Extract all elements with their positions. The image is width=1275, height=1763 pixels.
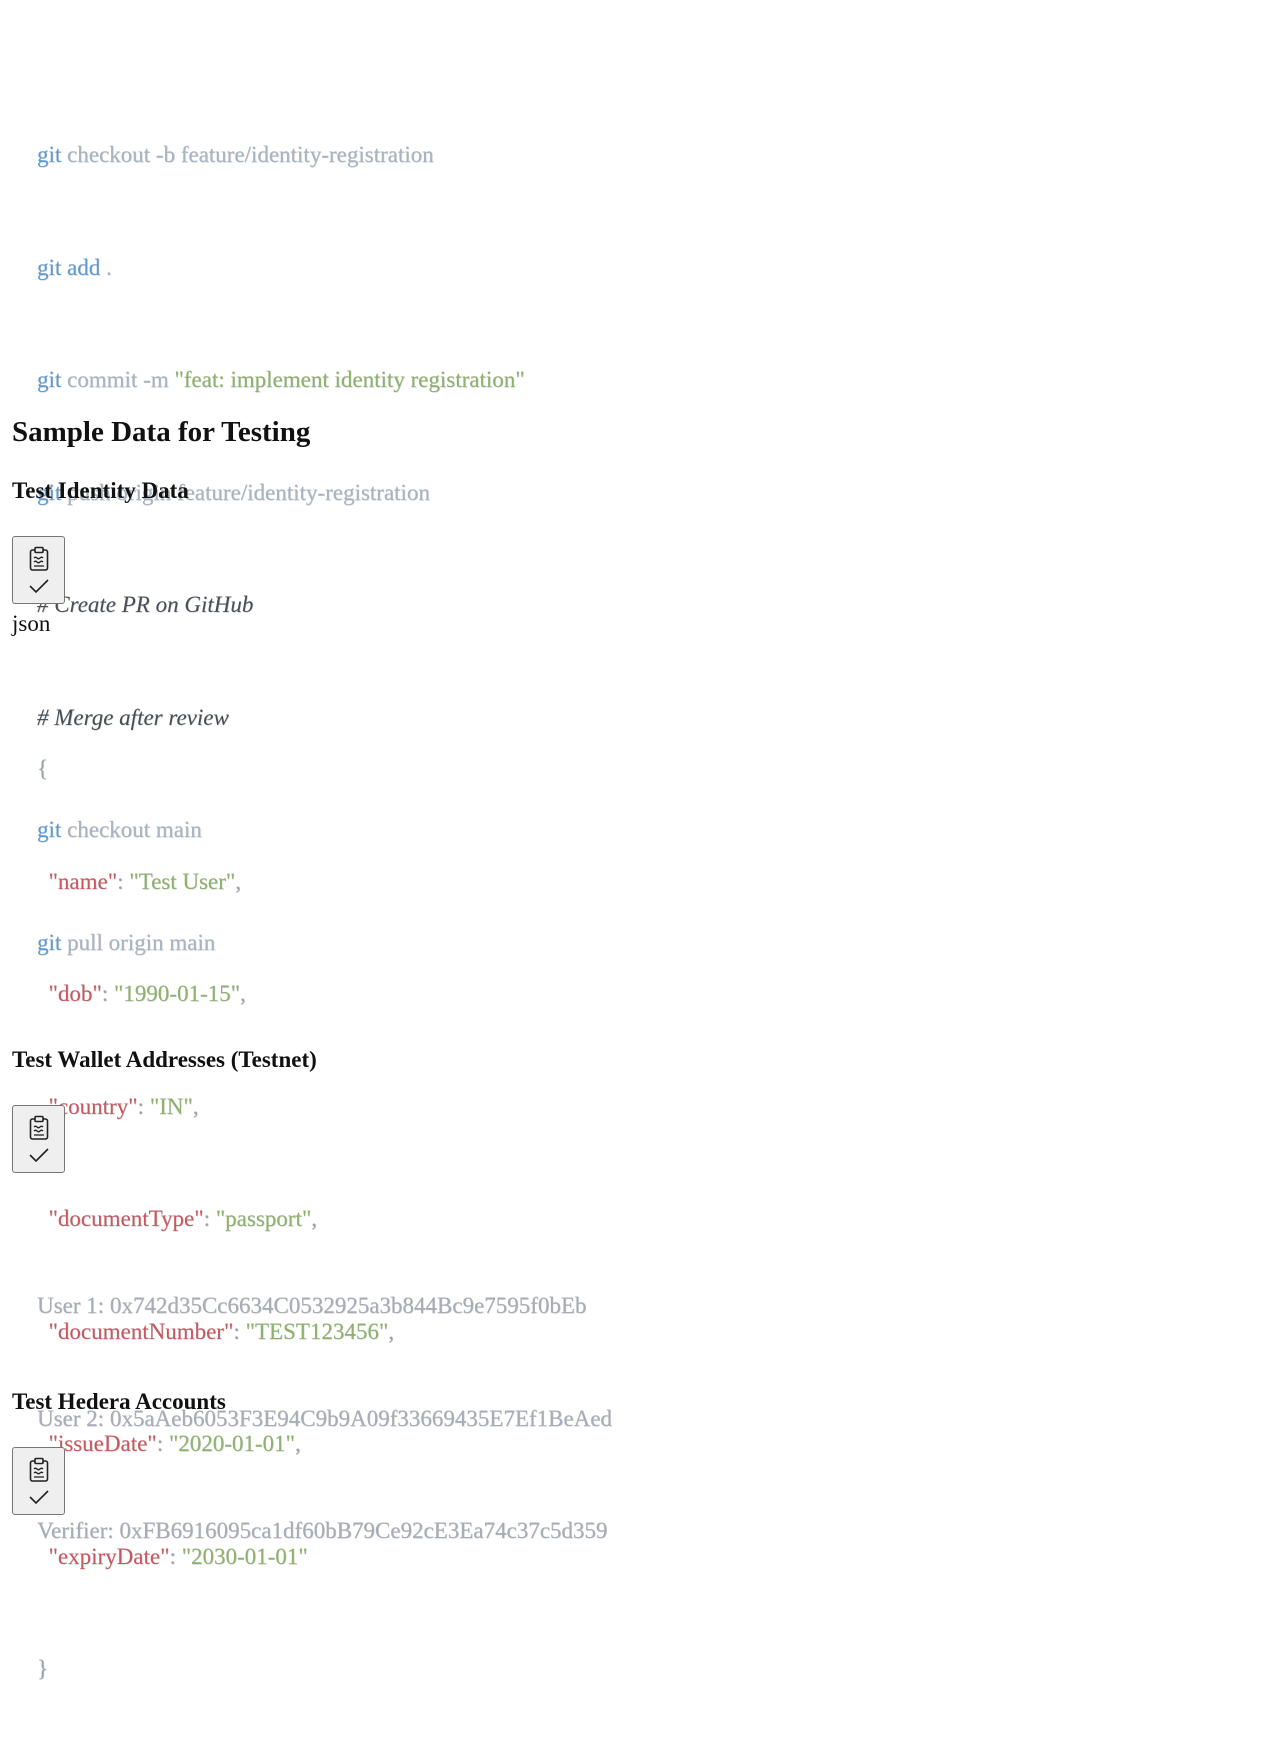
code-line: } bbox=[37, 1650, 394, 1688]
code-command: git add bbox=[37, 254, 101, 280]
check-icon bbox=[28, 579, 49, 594]
code-args: commit -m bbox=[61, 367, 175, 392]
code-line: "country": "IN", bbox=[48, 1093, 199, 1119]
code-line: "name": "Test User", bbox=[48, 868, 241, 894]
code-brace: { bbox=[37, 756, 49, 781]
check-icon bbox=[28, 1148, 49, 1163]
code-language-label: json bbox=[12, 611, 51, 636]
code-line: "dob": "1990-01-15", bbox=[48, 981, 246, 1006]
json-key: "name" bbox=[48, 868, 118, 894]
code-line: git checkout -b feature/identity-registr… bbox=[37, 136, 525, 174]
subsection-title-identity: Test Identity Data bbox=[12, 478, 189, 503]
code-brace: } bbox=[37, 1656, 49, 1681]
json-value: "1990-01-15" bbox=[113, 981, 241, 1006]
copy-code-button[interactable] bbox=[12, 536, 65, 604]
clipboard-icon bbox=[29, 1457, 48, 1482]
code-line: # Create PR on GitHub bbox=[37, 586, 525, 624]
code-comment: # Create PR on GitHub bbox=[37, 592, 254, 617]
wallet-code-block: User 1: 0x742d35Cc6634C0532925a3b844Bc9e… bbox=[12, 1212, 612, 1625]
code-command: git bbox=[37, 142, 62, 167]
code-string: "feat: implement identity registration" bbox=[174, 367, 525, 392]
code-line: { bbox=[37, 750, 394, 788]
code-command: git bbox=[37, 367, 62, 392]
copy-code-button[interactable] bbox=[12, 1447, 65, 1515]
code-line: git commit -m "feat: implement identity … bbox=[37, 361, 525, 399]
code-args: checkout -b feature/identity-registratio… bbox=[61, 142, 434, 167]
clipboard-icon bbox=[29, 546, 48, 571]
json-value: "IN" bbox=[149, 1093, 193, 1119]
json-value: "Test User" bbox=[129, 868, 236, 894]
subsection-title-hedera: Test Hedera Accounts bbox=[12, 1389, 226, 1414]
wallet-address-line: User 1: 0x742d35Cc6634C0532925a3b844Bc9e… bbox=[37, 1293, 587, 1318]
section-title: Sample Data for Testing bbox=[12, 416, 311, 448]
code-args: . bbox=[100, 254, 112, 280]
code-line: git add . bbox=[37, 249, 525, 287]
json-key: "dob" bbox=[48, 981, 102, 1006]
copy-code-button[interactable] bbox=[12, 1105, 65, 1173]
check-icon bbox=[28, 1490, 49, 1505]
clipboard-icon bbox=[29, 1115, 48, 1140]
subsection-title-wallets: Test Wallet Addresses (Testnet) bbox=[12, 1047, 317, 1072]
wallet-address-line: Verifier: 0xFB6916095ca1df60bB79Ce92cE3E… bbox=[37, 1518, 608, 1543]
